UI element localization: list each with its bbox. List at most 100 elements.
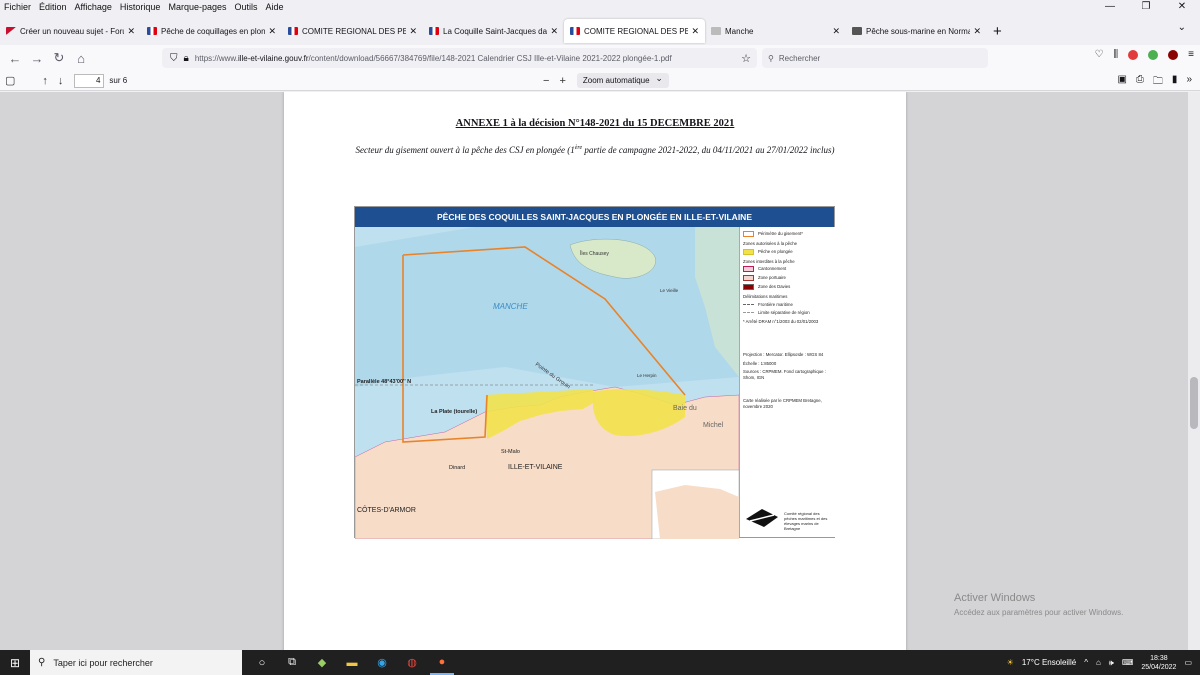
- sidebar-toggle-icon[interactable]: ▢: [5, 74, 15, 87]
- save-icon[interactable]: 🗀︎: [1153, 74, 1163, 91]
- page-number-input[interactable]: 4: [74, 73, 105, 88]
- weather-icon[interactable]: ☀: [1007, 658, 1014, 667]
- pocket-icon[interactable]: ♡: [1095, 49, 1104, 60]
- menu-historique[interactable]: Historique: [116, 2, 165, 12]
- url-bar[interactable]: ⛉ 🔒︎ https://www.ille-et-vilaine.gouv.fr…: [162, 48, 757, 68]
- restore-icon[interactable]: ❐: [1128, 0, 1164, 14]
- back-icon[interactable]: ←: [4, 51, 26, 66]
- legend-border: Frontière maritime: [758, 301, 793, 307]
- url-text[interactable]: https://www.ille-et-vilaine.gouv.fr/cont…: [195, 54, 741, 63]
- ublock-icon[interactable]: [1168, 49, 1179, 60]
- menu-edition[interactable]: Édition: [35, 2, 71, 12]
- taskbar-search-input[interactable]: ⚲ Taper ici pour rechercher: [30, 650, 242, 675]
- minimize-icon[interactable]: —: [1092, 0, 1128, 14]
- adblock-icon[interactable]: [1128, 49, 1139, 60]
- zoom-in-icon[interactable]: +: [559, 75, 565, 87]
- presentation-icon[interactable]: ▣: [1117, 74, 1126, 91]
- flag-icon: [429, 27, 439, 35]
- library-icon[interactable]: ⫼: [1114, 49, 1119, 60]
- new-tab-button[interactable]: +: [993, 23, 1002, 40]
- edge-icon[interactable]: ◉: [370, 650, 394, 675]
- extension-icon[interactable]: [1148, 49, 1159, 60]
- legend-limits: Délimitations maritimes: [743, 294, 788, 299]
- legend-port: Zone portuaire: [758, 275, 786, 281]
- vertical-scrollbar[interactable]: [1188, 92, 1200, 650]
- tab-label: Pêche sous-marine en Normandie: [866, 26, 971, 36]
- activate-windows-watermark: Activer Windows Accédez aux paramètres p…: [954, 592, 1123, 617]
- close-tab-icon[interactable]: ✕: [409, 26, 417, 37]
- close-tab-icon[interactable]: ✕: [550, 26, 558, 37]
- shield-icon[interactable]: ⛉: [170, 53, 178, 64]
- inset-brittany: [655, 485, 739, 539]
- bookmark-star-icon[interactable]: ☆: [741, 52, 751, 65]
- cortana-icon[interactable]: ○: [250, 650, 274, 675]
- menu-outils[interactable]: Outils: [231, 2, 262, 12]
- close-tab-icon[interactable]: ✕: [832, 26, 840, 37]
- windows-start-icon[interactable]: ⊞: [0, 656, 30, 670]
- window-controls: — ❐ ✕: [1092, 0, 1200, 14]
- search-icon: ⚲: [38, 657, 46, 668]
- close-tab-icon[interactable]: ✕: [691, 26, 699, 37]
- task-view-icon[interactable]: ⧉: [280, 650, 304, 675]
- home-icon[interactable]: ⌂: [70, 51, 92, 66]
- menu-aide[interactable]: Aide: [262, 2, 288, 12]
- menu-icon[interactable]: ≡: [1188, 49, 1194, 60]
- menu-marque-pages[interactable]: Marque-pages: [164, 2, 230, 12]
- legend-projection: Projection : Mercator. Ellipsoïde : WGS …: [743, 352, 824, 357]
- tab-forum[interactable]: Créer un nouveau sujet - Forum ✕: [0, 19, 141, 43]
- legend-authorized: Zones autorisées à la pêche: [743, 241, 797, 246]
- forward-icon[interactable]: →: [26, 51, 48, 66]
- app-icon[interactable]: ◆: [310, 650, 334, 675]
- print-icon[interactable]: ⎙: [1136, 74, 1144, 91]
- search-input[interactable]: ⚲ Rechercher: [762, 48, 988, 68]
- file-explorer-icon[interactable]: ▬: [340, 650, 364, 675]
- list-tabs-icon[interactable]: ⌄: [1178, 22, 1186, 33]
- previous-page-icon[interactable]: ↑: [42, 75, 48, 87]
- next-page-icon[interactable]: ↓: [58, 75, 64, 87]
- tab-coquille-saint-jacques[interactable]: La Coquille Saint-Jacques dans ✕: [423, 19, 564, 43]
- zoom-out-icon[interactable]: −: [543, 75, 549, 87]
- tab-peche-coquillages[interactable]: Pêche de coquillages en plongée ✕: [141, 19, 282, 43]
- weather-text[interactable]: 17°C Ensoleillé: [1022, 658, 1076, 667]
- close-tab-icon[interactable]: ✕: [973, 26, 981, 37]
- flag-icon: [288, 27, 298, 35]
- document-title: ANNEXE 1 à la décision N°148-2021 du 15 …: [455, 118, 735, 129]
- tab-peche-sous-marine[interactable]: Pêche sous-marine en Normandie ✕: [846, 19, 987, 43]
- label-baie: Baie du: [673, 405, 697, 412]
- tab-comite-regional-active[interactable]: COMITE REGIONAL DES PECHES ✕: [564, 19, 705, 43]
- lock-icon[interactable]: 🔒︎: [184, 53, 189, 64]
- notifications-icon[interactable]: ▭: [1184, 658, 1192, 667]
- firefox-icon[interactable]: ●: [430, 650, 454, 675]
- legend-swatch-border: [743, 303, 754, 305]
- close-tab-icon[interactable]: ✕: [268, 26, 276, 37]
- clock[interactable]: 18:38 25/04/2022: [1141, 654, 1176, 672]
- subtitle-part-b: partie de campagne 2021-2022, du 04/11/2…: [582, 145, 835, 155]
- nav-bar: ← → ↻ ⌂ ⛉ 🔒︎ https://www.ille-et-vilaine…: [0, 45, 1200, 71]
- network-icon[interactable]: ⌂: [1096, 658, 1101, 667]
- tab-label: Pêche de coquillages en plongée: [161, 26, 266, 36]
- chrome-icon[interactable]: ◍: [400, 650, 424, 675]
- zoom-select[interactable]: Zoom automatique: [576, 71, 669, 88]
- clock-date: 25/04/2022: [1141, 663, 1177, 671]
- tab-manche[interactable]: Manche ✕: [705, 19, 846, 43]
- pdf-viewer[interactable]: ANNEXE 1 à la décision N°148-2021 du 15 …: [0, 92, 1200, 650]
- reload-icon[interactable]: ↻: [48, 50, 70, 66]
- tray-chevron-icon[interactable]: ^: [1084, 658, 1088, 667]
- page-count: sur 6: [109, 76, 128, 85]
- tab-label: La Coquille Saint-Jacques dans: [443, 26, 548, 36]
- close-window-icon[interactable]: ✕: [1164, 0, 1200, 14]
- menu-fichier[interactable]: Fichier: [0, 2, 35, 12]
- zoom-controls: − + Zoom automatique: [538, 71, 669, 88]
- scrollbar-thumb[interactable]: [1190, 377, 1198, 429]
- flag-icon: [570, 27, 580, 35]
- search-icon: ⚲: [768, 53, 774, 63]
- deep-sea-area: [355, 227, 739, 387]
- more-tools-icon[interactable]: »: [1186, 74, 1192, 91]
- tab-comite-regional-1[interactable]: COMITE REGIONAL DES PECHES ✕: [282, 19, 423, 43]
- bookmark-icon[interactable]: ▮: [1172, 74, 1178, 91]
- menu-affichage[interactable]: Affichage: [71, 2, 116, 12]
- close-tab-icon[interactable]: ✕: [127, 26, 135, 37]
- volume-icon[interactable]: 🕪︎: [1109, 658, 1114, 668]
- keyboard-icon[interactable]: ⌨: [1122, 658, 1134, 667]
- label-dinard: Dinard: [449, 465, 465, 471]
